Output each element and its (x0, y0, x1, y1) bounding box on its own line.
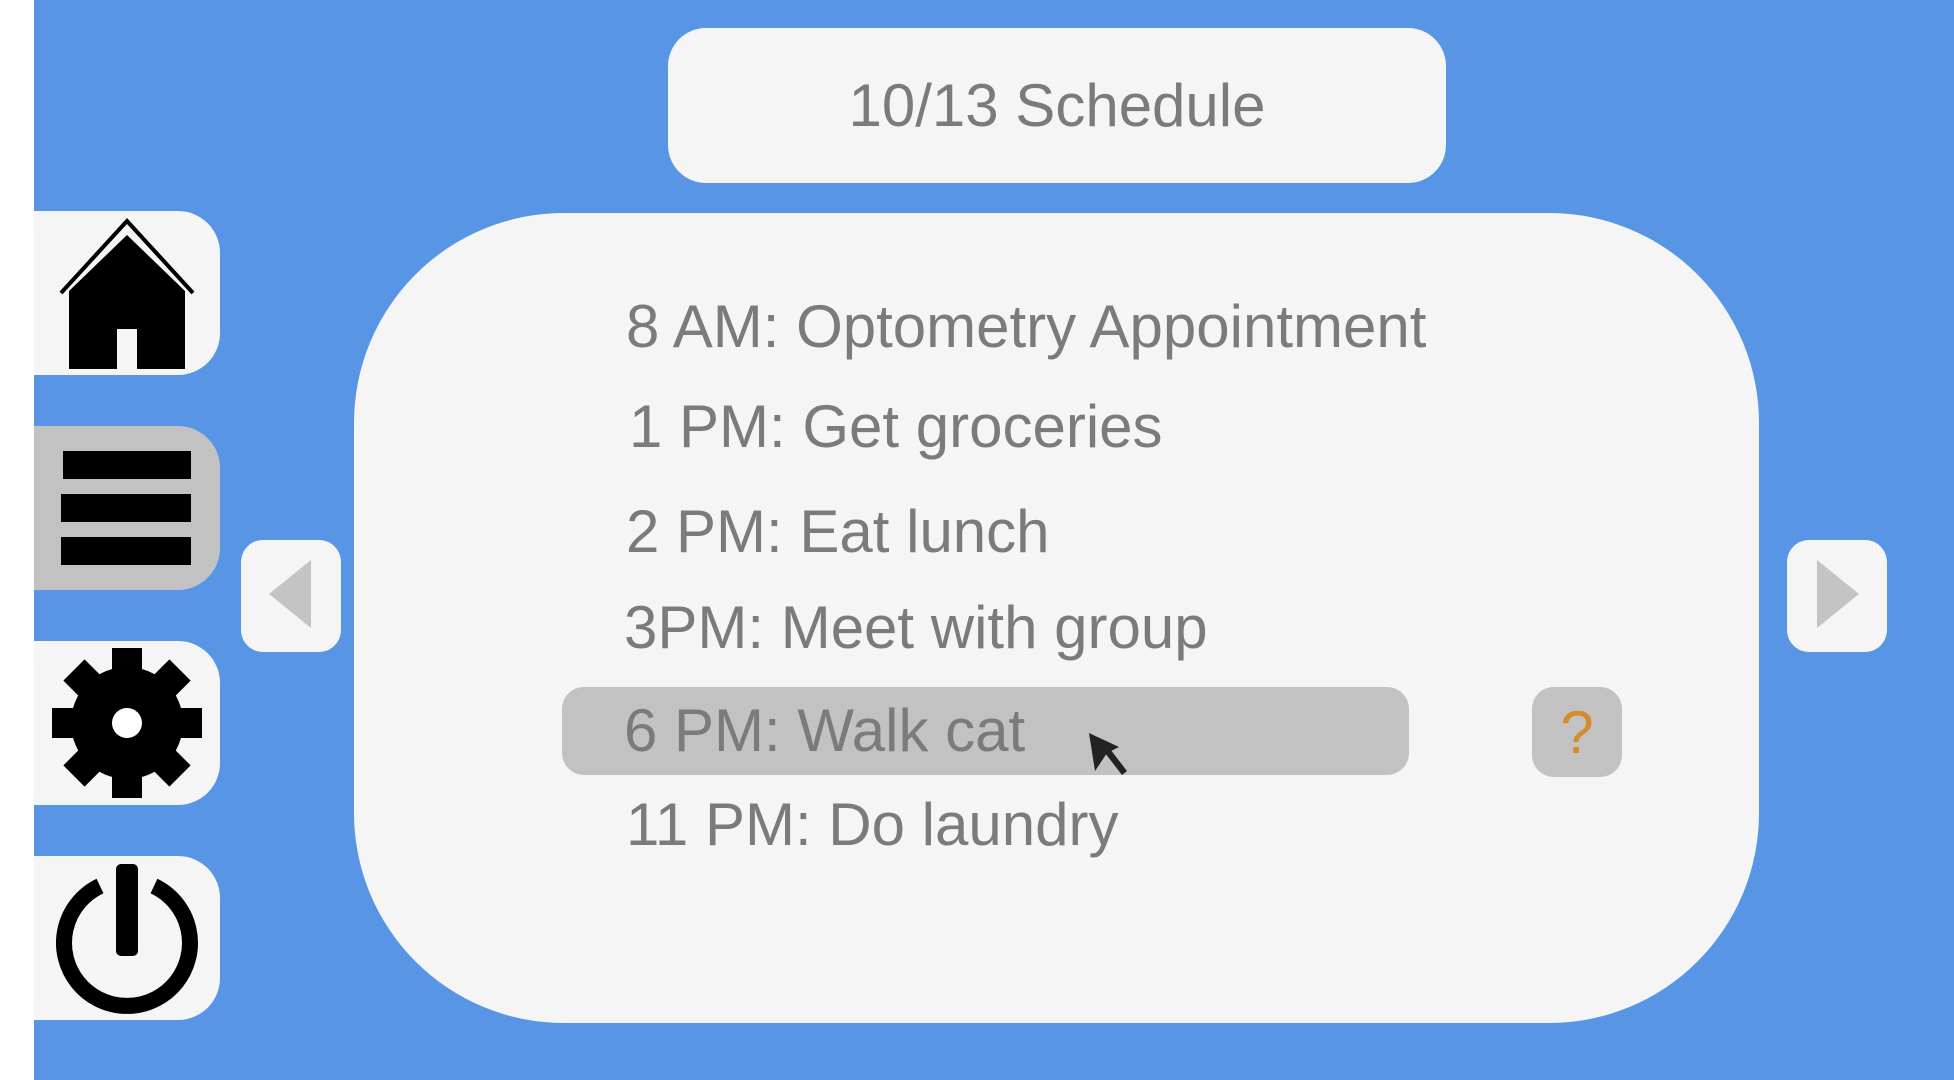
gear-icon (50, 646, 204, 800)
schedule-item[interactable]: 11 PM: Do laundry (626, 781, 1118, 869)
schedule-item[interactable]: 8 AM: Optometry Appointment (626, 283, 1426, 371)
page-title-text: 10/13 Schedule (848, 72, 1266, 139)
schedule-item-label: 1 PM: Get groceries (629, 393, 1163, 460)
schedule-item[interactable]: 3PM: Meet with group (624, 584, 1208, 672)
chevron-left-icon (267, 558, 315, 635)
schedule-item-label: 2 PM: Eat lunch (626, 498, 1050, 565)
schedule-item[interactable]: 1 PM: Get groceries (629, 383, 1163, 471)
schedule-item-label: 3PM: Meet with group (624, 594, 1208, 661)
menu-icon (61, 449, 193, 567)
app-window: 10/13 Schedule 8 AM: Optometry Appointme… (34, 0, 1954, 1080)
schedule-item-label: 6 PM: Walk cat (624, 697, 1026, 764)
previous-day-button[interactable] (241, 540, 341, 652)
chevron-right-icon (1813, 558, 1861, 635)
schedule-panel: 8 AM: Optometry Appointment 1 PM: Get gr… (354, 213, 1759, 1023)
help-button-label: ? (1560, 698, 1594, 766)
sidebar-item-schedule[interactable] (34, 426, 220, 590)
sidebar-item-power[interactable] (34, 856, 220, 1020)
schedule-item[interactable]: 2 PM: Eat lunch (626, 488, 1050, 576)
schedule-item-label: 8 AM: Optometry Appointment (626, 293, 1427, 360)
sidebar-item-home[interactable] (34, 211, 220, 375)
schedule-item-label: 11 PM: Do laundry (626, 791, 1119, 858)
next-day-button[interactable] (1787, 540, 1887, 652)
power-icon (52, 860, 202, 1016)
home-icon (57, 213, 197, 373)
sidebar-item-settings[interactable] (34, 641, 220, 805)
page-title: 10/13 Schedule (668, 28, 1446, 183)
schedule-item-selected[interactable]: 6 PM: Walk cat (562, 687, 1409, 775)
help-button[interactable]: ? (1532, 687, 1622, 777)
